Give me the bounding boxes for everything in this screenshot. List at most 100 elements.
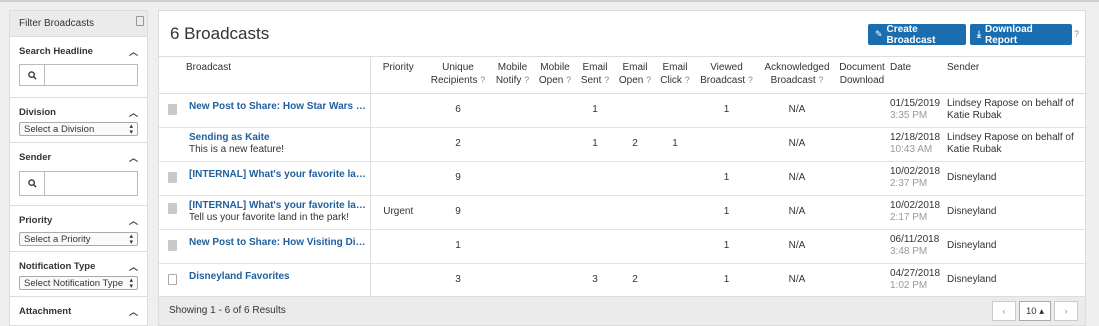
help-icon[interactable]: ? [1074,29,1079,39]
chevron-up-icon[interactable]: ︿ [129,260,138,273]
table-row[interactable]: Sending as Kaite This is a new feature! 2 1… [159,127,1087,162]
col-viewed-broadcast[interactable]: Viewed Broadcast ? [695,57,758,94]
cell-priority: Urgent [370,195,426,230]
cell-viewed: 1 [695,263,758,298]
division-label: Division [19,107,56,118]
chevron-up-icon[interactable]: ︿ [129,305,138,318]
cell-unique: 2 [426,127,490,162]
division-select[interactable]: Select a Division ▴ ▾ [19,122,138,136]
table-footer: Showing 1 - 6 of 6 Results ‹ 10 ▴ › [159,296,1085,325]
chevron-up-icon[interactable]: ︿ [129,214,138,227]
notification-type-select[interactable]: Select Notification Type ▴ ▾ [19,276,138,290]
col-mobile-notify[interactable]: Mobile Notify ? [490,57,535,94]
help-icon: ? [747,75,753,85]
date-value: 10/02/2018 [890,200,941,211]
chevron-up-icon[interactable]: ︿ [129,151,138,164]
cell-date: 12/18/2018 10:43 AM [888,127,945,162]
cell-mobile-open [535,263,575,298]
create-broadcast-button[interactable]: ✎ Create Broadcast [868,23,966,46]
col-email-click[interactable]: Email Click ? [655,57,695,94]
cell-unique: 3 [426,263,490,298]
col-date[interactable]: Date [888,57,945,94]
cell-email-open: 2 [615,127,655,162]
cell-doc [836,161,888,196]
table-row[interactable]: Disneyland Favorites 3 3 2 1 N/A 04/27/2018 1:0… [159,263,1087,298]
download-icon: ⤓ [977,29,981,40]
cell-sender: Disneyland [945,263,1087,298]
search-headline-input[interactable] [45,65,137,85]
broadcasts-table: Broadcast Priority Unique Recipients ? Mo… [159,57,1087,298]
table-row[interactable]: [INTERNAL] What's your favorite land? Tel… [159,195,1087,230]
sender-input[interactable] [45,172,137,195]
broadcast-title-link[interactable]: Sending as Kaite [189,132,368,144]
cell-broadcast: Disneyland Favorites [159,263,371,298]
cell-priority [370,127,426,162]
cell-priority [370,93,426,128]
broadcast-title-link[interactable]: [INTERNAL] What's your favorite land? [189,169,368,181]
cell-email-sent: 1 [575,93,615,128]
page-size-select[interactable]: 10 ▴ [1019,301,1051,321]
broadcast-subtitle: This is a new feature! [189,144,285,155]
select-arrows-icon: ▴ ▾ [129,122,133,136]
cell-email-click [655,93,695,128]
cell-viewed: 1 [695,229,758,264]
cell-email-click [655,161,695,196]
prev-page-button[interactable]: ‹ [992,301,1016,321]
cell-date: 10/02/2018 2:17 PM [888,195,945,230]
chevron-up-icon[interactable]: ︿ [129,45,138,58]
col-unique-recipients[interactable]: Unique Recipients ? [426,57,490,94]
cell-mobile-notify [490,161,535,196]
cell-viewed: 1 [695,93,758,128]
table-header-row: Broadcast Priority Unique Recipients ? Mo… [159,57,1087,94]
table-row[interactable]: New Post to Share: How Visiting Disne...… [159,229,1087,264]
help-icon: ? [646,75,652,85]
col-email-open[interactable]: Email Open ? [615,57,655,94]
next-page-button[interactable]: › [1054,301,1078,321]
search-headline-label: Search Headline [19,46,93,57]
col-mobile-open[interactable]: Mobile Open ? [535,57,575,94]
col-email-sent[interactable]: Email Sent ? [575,57,615,94]
cell-broadcast: [INTERNAL] What's your favorite land? Tel… [159,195,371,230]
cell-email-open [615,229,655,264]
cell-mobile-notify [490,93,535,128]
cell-ack: N/A [758,93,836,128]
broadcast-title-link[interactable]: Disneyland Favorites [189,271,368,283]
time-value: 1:02 PM [890,280,928,291]
cell-doc [836,93,888,128]
broadcast-title-link[interactable]: New Post to Share: How Visiting Disne... [189,237,368,249]
cell-ack: N/A [758,195,836,230]
col-broadcast[interactable]: Broadcast [159,57,371,94]
cell-date: 10/02/2018 2:37 PM [888,161,945,196]
broadcast-title-link[interactable]: [INTERNAL] What's your favorite land? [189,200,368,212]
download-report-button[interactable]: ⤓ Download Report [970,23,1072,46]
cell-ack: N/A [758,263,836,298]
chevron-up-icon[interactable]: ︿ [129,106,138,119]
broadcast-subtitle: Tell us your favorite land in the park! [189,212,350,223]
cell-priority [370,229,426,264]
cell-unique: 9 [426,161,490,196]
cell-sender: Disneyland [945,195,1087,230]
table-row[interactable]: [INTERNAL] What's your favorite land? 9 1 N… [159,161,1087,196]
create-broadcast-label: Create Broadcast [886,23,936,46]
date-value: 04/27/2018 [890,268,941,279]
cell-ack: N/A [758,229,836,264]
cell-mobile-notify [490,229,535,264]
cell-email-open [615,93,655,128]
col-priority[interactable]: Priority [370,57,426,94]
broadcast-title-link[interactable]: New Post to Share: How Star Wars Lan... [189,101,368,113]
attachment-label: Attachment [19,306,72,317]
priority-select[interactable]: Select a Priority ▴ ▾ [19,232,138,246]
table-row[interactable]: New Post to Share: How Star Wars Lan... 6… [159,93,1087,128]
select-arrows-icon: ▴ ▾ [129,276,133,290]
col-sender[interactable]: Sender [945,57,1087,94]
col-document-download[interactable]: Document Download [836,57,888,94]
download-report-label: Download Report [984,23,1033,46]
help-icon: ? [524,75,530,85]
cell-sender: Lindsey Rapose on behalf of Katie Rubak [945,93,1087,128]
date-value: 12/18/2018 [890,132,941,143]
col-acknowledged-broadcast[interactable]: Acknowledged Broadcast ? [758,57,836,94]
time-value: 2:37 PM [890,178,928,189]
cell-email-open [615,161,655,196]
cell-viewed: 1 [695,195,758,230]
calendar-icon[interactable] [136,16,144,26]
